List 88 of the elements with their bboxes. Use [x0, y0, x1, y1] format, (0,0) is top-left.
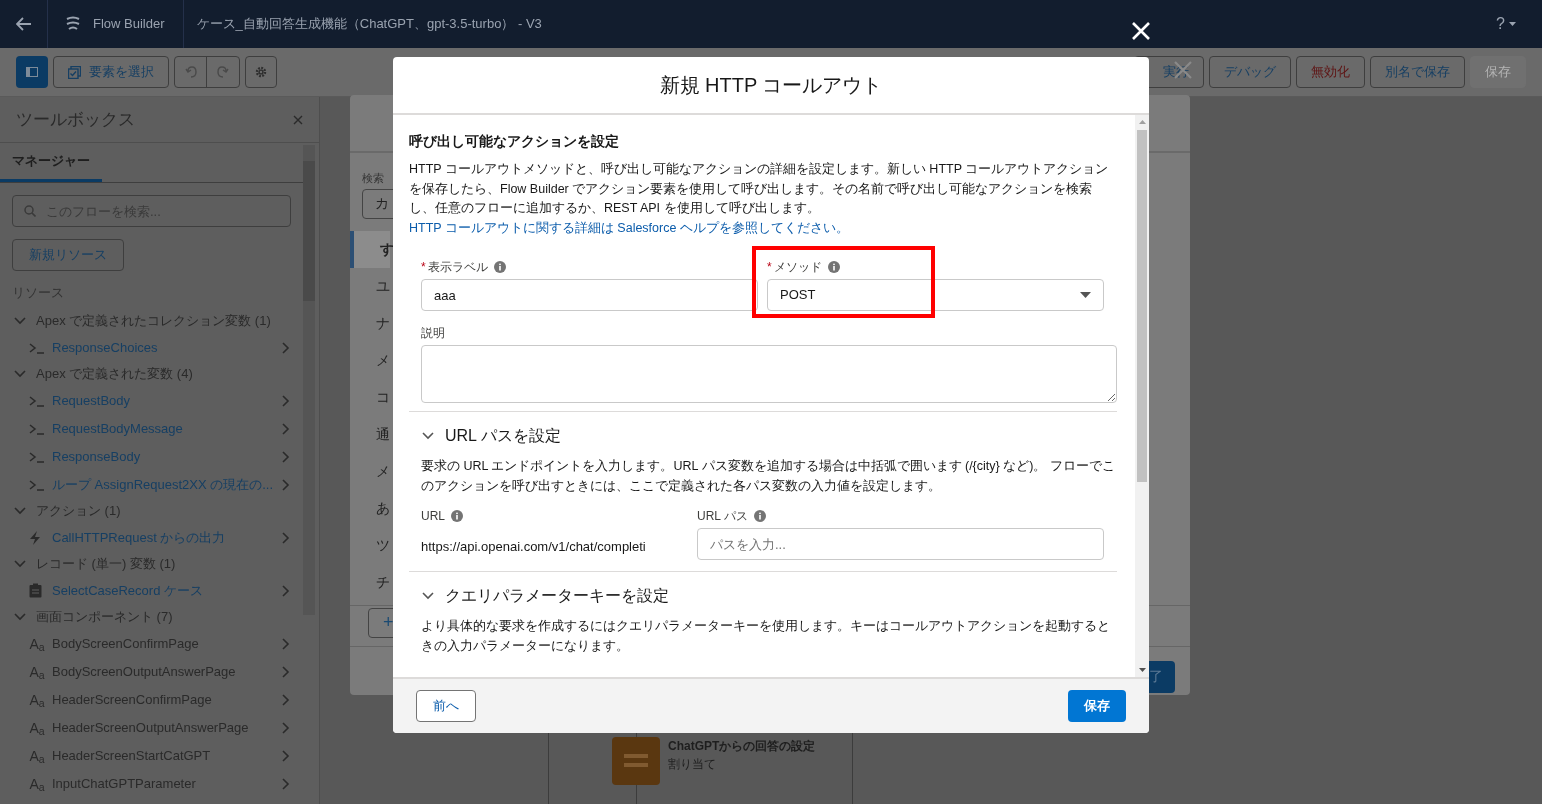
app-name: Flow Builder	[93, 15, 165, 34]
chevron-right-icon	[279, 583, 291, 598]
chevron-right-icon	[279, 692, 291, 707]
scroll-up-icon	[1138, 120, 1146, 124]
close-icon	[1132, 22, 1150, 40]
search-icon	[24, 205, 36, 217]
section-toggle[interactable]: URL パスを設定	[421, 424, 1117, 448]
list-item[interactable]: チ	[350, 563, 390, 601]
url-path-input[interactable]: パスを入力...	[697, 528, 1104, 560]
toolbar-button[interactable]: デバッグ	[1209, 56, 1291, 88]
chevron-right-icon	[279, 720, 291, 735]
resource-item[interactable]: ResponseBody	[0, 442, 291, 471]
method-select[interactable]: POST	[767, 279, 1104, 311]
chevron-right-icon	[279, 421, 291, 436]
info-icon	[827, 261, 840, 273]
chevron-right-icon	[279, 477, 291, 492]
list-item[interactable]: コ	[350, 378, 390, 416]
list-item[interactable]: ナ	[350, 304, 390, 342]
close-icon	[293, 114, 303, 125]
node-title: ChatGPTからの回答の設定	[668, 738, 816, 755]
url-value: https://api.openai.com/v1/chat/completi	[421, 538, 647, 557]
manager-tab[interactable]: マネージャー	[0, 143, 102, 182]
terminal-icon	[29, 478, 45, 491]
chevron-right-icon	[279, 664, 291, 679]
info-icon	[451, 510, 463, 522]
resource-item[interactable]: RequestBodyMessage	[0, 414, 291, 443]
terminal-icon	[29, 450, 45, 463]
settings-button[interactable]	[245, 56, 277, 88]
back-step-button[interactable]: 前へ	[416, 690, 476, 722]
redo-icon	[217, 66, 229, 78]
resource-item[interactable]: ResponseChoices	[0, 333, 291, 362]
chevron-right-icon	[279, 340, 291, 355]
lightning-icon	[29, 530, 41, 545]
list-item[interactable]: ツ	[350, 526, 390, 564]
section-heading: 呼び出し可能なアクションを設定	[409, 132, 620, 151]
description-input[interactable]	[421, 345, 1117, 403]
help-menu[interactable]: ?	[1496, 12, 1516, 36]
field-label: URL パス	[697, 508, 748, 525]
caret-icon	[1080, 292, 1091, 298]
panel-icon	[26, 67, 38, 77]
caret-icon	[1509, 22, 1516, 26]
scroll-down-icon	[1138, 668, 1146, 672]
help-link[interactable]: HTTP コールアウトに関する詳細は Salesforce ヘルプを参照してください。	[409, 220, 849, 235]
section-toggle[interactable]: クエリパラメーターキーを設定	[421, 584, 1117, 608]
resource-item[interactable]: RequestBody	[0, 386, 291, 415]
clipboard-icon	[29, 583, 42, 598]
info-icon	[493, 261, 506, 273]
chevron-right-icon	[279, 393, 291, 408]
select-elements-button[interactable]: 要素を選択	[53, 56, 169, 88]
list-item[interactable]: メ	[350, 452, 390, 490]
toolbar-button[interactable]: 無効化	[1296, 56, 1365, 88]
list-item[interactable]: ユ	[350, 267, 390, 305]
label-input[interactable]: aaa	[421, 279, 758, 311]
scrollbar[interactable]	[1135, 115, 1149, 677]
scrollbar[interactable]	[303, 145, 315, 615]
checkbox-stack-icon	[68, 65, 81, 79]
toolbar-button[interactable]: 別名で保存	[1370, 56, 1465, 88]
chevron-right-icon	[279, 449, 291, 464]
flow-title: ケース_自動回答生成機能（ChatGPT、gpt-3.5-turbo） - V3	[195, 15, 542, 34]
section-description: 要求の URL エンドポイントを入力します。URL パス変数を追加する場合は中括弧で囲います (/{city} など)。 フローでこのアクションを呼び出すときには、ここで定義された各パス変数の入力値を設定します。	[421, 458, 1116, 495]
terminal-icon	[29, 422, 45, 435]
chevron-right-icon	[279, 776, 291, 791]
section-description: より具体的な要求を作成するにはクエリパラメーターキーを使用します。キーはコールアウトアクションを起動するときの入力パラメーターになります。	[421, 618, 1111, 655]
assignment-node[interactable]	[612, 737, 660, 785]
panel-toggle-button[interactable]	[16, 56, 48, 88]
chevron-right-icon	[279, 748, 291, 763]
back-arrow-icon	[15, 17, 32, 31]
undo-icon	[184, 66, 197, 78]
field-label: 検索	[362, 171, 384, 186]
close-button[interactable]	[1130, 20, 1152, 42]
flow-logo-icon	[65, 16, 81, 32]
resource-item[interactable]: CallHTTPRequest からの出力	[0, 523, 291, 552]
chevron-right-icon	[279, 530, 291, 545]
field-label: * メソッド	[767, 259, 822, 276]
info-icon	[753, 510, 766, 522]
modal-title: 新規 HTTP コールアウト	[659, 73, 883, 98]
field-label: 説明	[421, 325, 446, 342]
list-item[interactable]: メ	[350, 341, 390, 379]
field-label: * 表示ラベル	[421, 259, 488, 276]
field-label: URL	[421, 508, 445, 525]
list-item[interactable]: 通	[350, 415, 390, 453]
equals-icon	[624, 754, 648, 768]
list-item[interactable]: あ	[350, 489, 390, 527]
settings-icon	[255, 66, 267, 78]
chevron-right-icon	[279, 636, 291, 651]
save-button[interactable]: 保存	[1068, 690, 1126, 722]
terminal-icon	[29, 394, 45, 407]
terminal-icon	[29, 341, 45, 354]
